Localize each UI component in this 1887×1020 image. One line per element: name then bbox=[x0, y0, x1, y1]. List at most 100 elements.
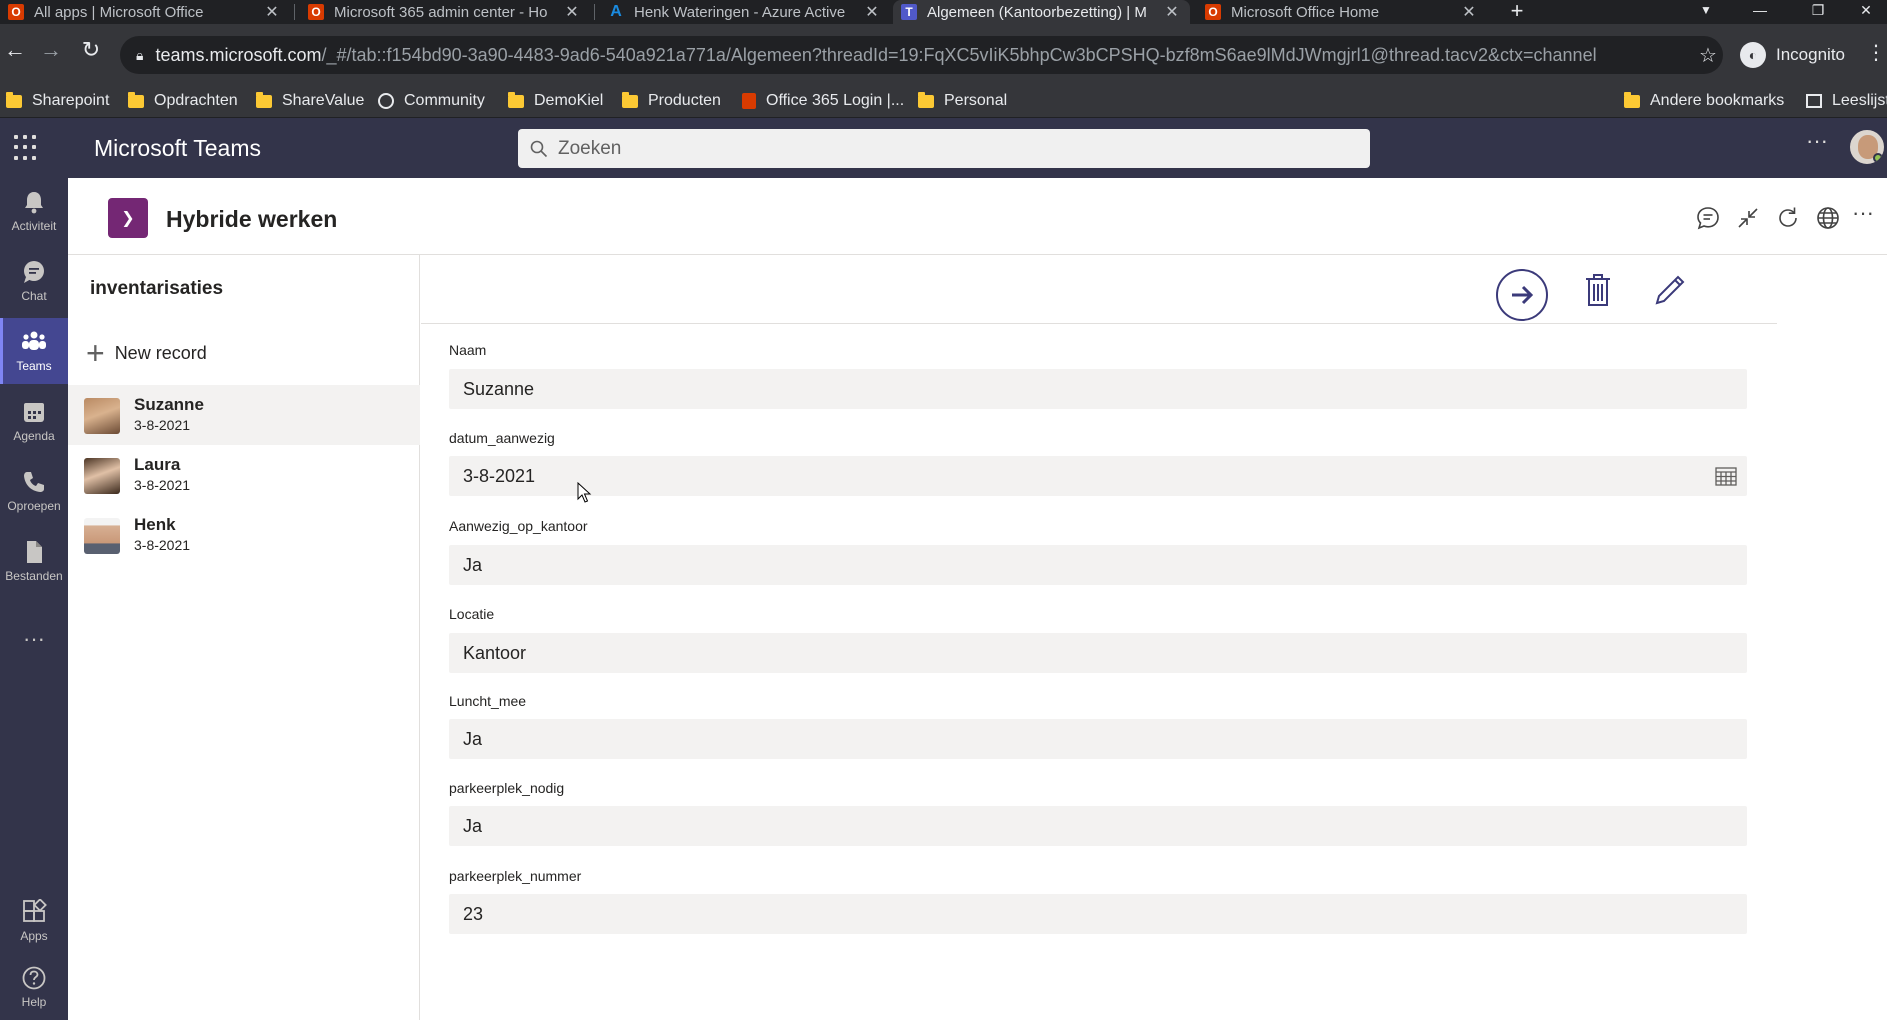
presence-status-icon bbox=[1873, 153, 1883, 163]
rail-item-apps[interactable]: Apps bbox=[0, 888, 68, 954]
browser-tab-strip: O All apps | Microsoft Office ✕ O Micros… bbox=[0, 0, 1887, 24]
bookmark-producten[interactable]: Producten bbox=[622, 84, 721, 118]
search-input[interactable]: Zoeken bbox=[518, 129, 1370, 168]
bookmark-sharevalue[interactable]: ShareValue bbox=[256, 84, 364, 118]
rail-item-agenda[interactable]: Agenda bbox=[0, 388, 68, 454]
close-icon[interactable]: ✕ bbox=[564, 2, 580, 22]
more-apps-icon[interactable]: ··· bbox=[0, 626, 68, 652]
more-options-icon[interactable]: ··· bbox=[1852, 200, 1874, 226]
app-launcher-icon[interactable] bbox=[14, 135, 40, 161]
close-icon[interactable]: ✕ bbox=[264, 2, 280, 22]
new-tab-plus-icon[interactable]: + bbox=[1505, 0, 1529, 24]
powerapps-icon: ❯ bbox=[108, 198, 148, 238]
rail-label: Oproepen bbox=[7, 499, 61, 513]
list-item[interactable]: Henk 3-8-2021 bbox=[68, 505, 420, 565]
luncht-mee-field[interactable]: Ja bbox=[449, 719, 1747, 759]
refresh-icon[interactable] bbox=[1774, 204, 1802, 232]
rail-item-oproepen[interactable]: Oproepen bbox=[0, 458, 68, 524]
bookmark-sharepoint[interactable]: Sharepoint bbox=[6, 84, 109, 118]
browser-tab[interactable]: A Henk Wateringen - Azure Active ✕ bbox=[600, 0, 890, 24]
tab-separator bbox=[594, 4, 595, 20]
teams-icon bbox=[22, 331, 46, 350]
list-title: inventarisaties bbox=[90, 278, 224, 299]
rail-item-help[interactable]: Help bbox=[0, 954, 68, 1020]
reading-list-label: Leeslijst bbox=[1832, 92, 1887, 109]
office-icon bbox=[742, 93, 756, 109]
browser-tab-active[interactable]: T Algemeen (Kantoorbezetting) | M ✕ bbox=[893, 0, 1190, 24]
avatar[interactable] bbox=[1848, 128, 1886, 166]
azure-icon: A bbox=[610, 3, 622, 20]
more-options-icon[interactable]: ··· bbox=[1806, 128, 1828, 154]
new-record-button[interactable]: + New record bbox=[86, 337, 207, 369]
naam-field[interactable]: Suzanne bbox=[449, 369, 1747, 409]
field-label-aanwezig-op-kantoor: Aanwezig_op_kantoor bbox=[449, 518, 588, 534]
bookmark-other[interactable]: Andere bookmarks bbox=[1624, 84, 1784, 118]
browser-menu-icon[interactable]: ⋮ bbox=[1866, 40, 1886, 65]
aanwezig-op-kantoor-field[interactable]: Ja bbox=[449, 545, 1747, 585]
browser-tab[interactable]: O All apps | Microsoft Office ✕ bbox=[0, 0, 290, 24]
file-icon bbox=[27, 541, 42, 563]
folder-icon bbox=[128, 91, 144, 108]
lock-icon: 🔒︎ bbox=[136, 46, 144, 63]
bookmark-label: Opdrachten bbox=[154, 92, 238, 109]
pencil-icon[interactable] bbox=[1651, 273, 1687, 309]
field-label-locatie: Locatie bbox=[449, 606, 495, 622]
bookmark-personal[interactable]: Personal bbox=[918, 84, 1007, 118]
incognito-indicator[interactable]: ◐ Incognito bbox=[1740, 38, 1845, 72]
locatie-field[interactable]: Kantoor bbox=[449, 633, 1747, 673]
avatar bbox=[84, 518, 120, 554]
list-item-name: Suzanne bbox=[134, 395, 204, 414]
collapse-icon[interactable] bbox=[1734, 204, 1762, 232]
close-icon[interactable]: ✕ bbox=[1164, 2, 1180, 22]
trash-icon[interactable] bbox=[1583, 273, 1613, 307]
bookmark-star-icon[interactable]: ☆ bbox=[1693, 43, 1723, 68]
bookmark-label: Producten bbox=[648, 92, 721, 109]
bookmark-label: Andere bookmarks bbox=[1650, 92, 1785, 109]
rail-item-bestanden[interactable]: Bestanden bbox=[0, 528, 68, 594]
calendar-icon[interactable] bbox=[1715, 466, 1737, 486]
bookmark-office-login[interactable]: Office 365 Login |... bbox=[742, 84, 904, 118]
tab-search-chevron-icon[interactable]: ▼ bbox=[1686, 0, 1726, 24]
parkeerplek-nummer-field[interactable]: 23 bbox=[449, 894, 1747, 934]
list-item[interactable]: Suzanne 3-8-2021 bbox=[68, 385, 420, 445]
rail-item-activiteit[interactable]: Activiteit bbox=[0, 178, 68, 244]
window-close-icon[interactable]: ✕ bbox=[1846, 0, 1886, 24]
restore-icon[interactable]: ❐ bbox=[1798, 0, 1838, 24]
browser-tab[interactable]: O Microsoft Office Home ✕ bbox=[1197, 0, 1487, 24]
rail-item-chat[interactable]: Chat bbox=[0, 248, 68, 314]
browser-tab[interactable]: O Microsoft 365 admin center - Ho ✕ bbox=[300, 0, 590, 24]
forward-arrow-icon[interactable]: → bbox=[36, 36, 66, 66]
rail-label: Chat bbox=[21, 289, 47, 303]
url-field[interactable]: 🔒︎ teams.microsoft.com/_#/tab::f154bd90-… bbox=[120, 36, 1723, 74]
close-icon[interactable]: ✕ bbox=[864, 2, 880, 22]
back-arrow-icon[interactable]: ← bbox=[0, 36, 30, 66]
app-title: Microsoft Teams bbox=[94, 135, 262, 161]
office-icon: O bbox=[1205, 4, 1221, 20]
globe-icon[interactable] bbox=[1814, 204, 1842, 232]
rail-label: Bestanden bbox=[5, 569, 63, 583]
reload-icon[interactable]: ↻ bbox=[76, 36, 106, 66]
reading-list-icon bbox=[1806, 94, 1822, 108]
close-icon[interactable]: ✕ bbox=[1461, 2, 1477, 22]
bookmark-community[interactable]: Community bbox=[378, 84, 485, 118]
phone-icon bbox=[24, 472, 44, 492]
bookmark-demokiel[interactable]: DemoKiel bbox=[508, 84, 603, 118]
list-item[interactable]: Laura 3-8-2021 bbox=[68, 445, 420, 505]
list-item-date: 3-8-2021 bbox=[134, 417, 191, 433]
page-title: Hybride werken bbox=[166, 206, 338, 232]
reading-list[interactable]: Leeslijst bbox=[1806, 84, 1887, 118]
arrow-right-icon bbox=[1512, 285, 1534, 305]
datum-aanwezig-field[interactable]: 3-8-2021 bbox=[449, 456, 1747, 496]
rail-label: Agenda bbox=[13, 429, 55, 443]
parkeerplek-nodig-field[interactable]: Ja bbox=[449, 806, 1747, 846]
rail-label: Help bbox=[21, 995, 47, 1009]
rail-item-teams[interactable]: Teams bbox=[0, 318, 68, 384]
office-icon: O bbox=[8, 4, 24, 20]
folder-icon bbox=[1624, 91, 1640, 108]
bookmark-opdrachten[interactable]: Opdrachten bbox=[128, 84, 238, 118]
folder-icon bbox=[918, 91, 934, 108]
next-arrow-button[interactable] bbox=[1496, 269, 1548, 321]
conversation-icon[interactable] bbox=[1694, 204, 1722, 232]
minimize-icon[interactable]: — bbox=[1740, 0, 1780, 24]
folder-icon bbox=[256, 91, 272, 108]
